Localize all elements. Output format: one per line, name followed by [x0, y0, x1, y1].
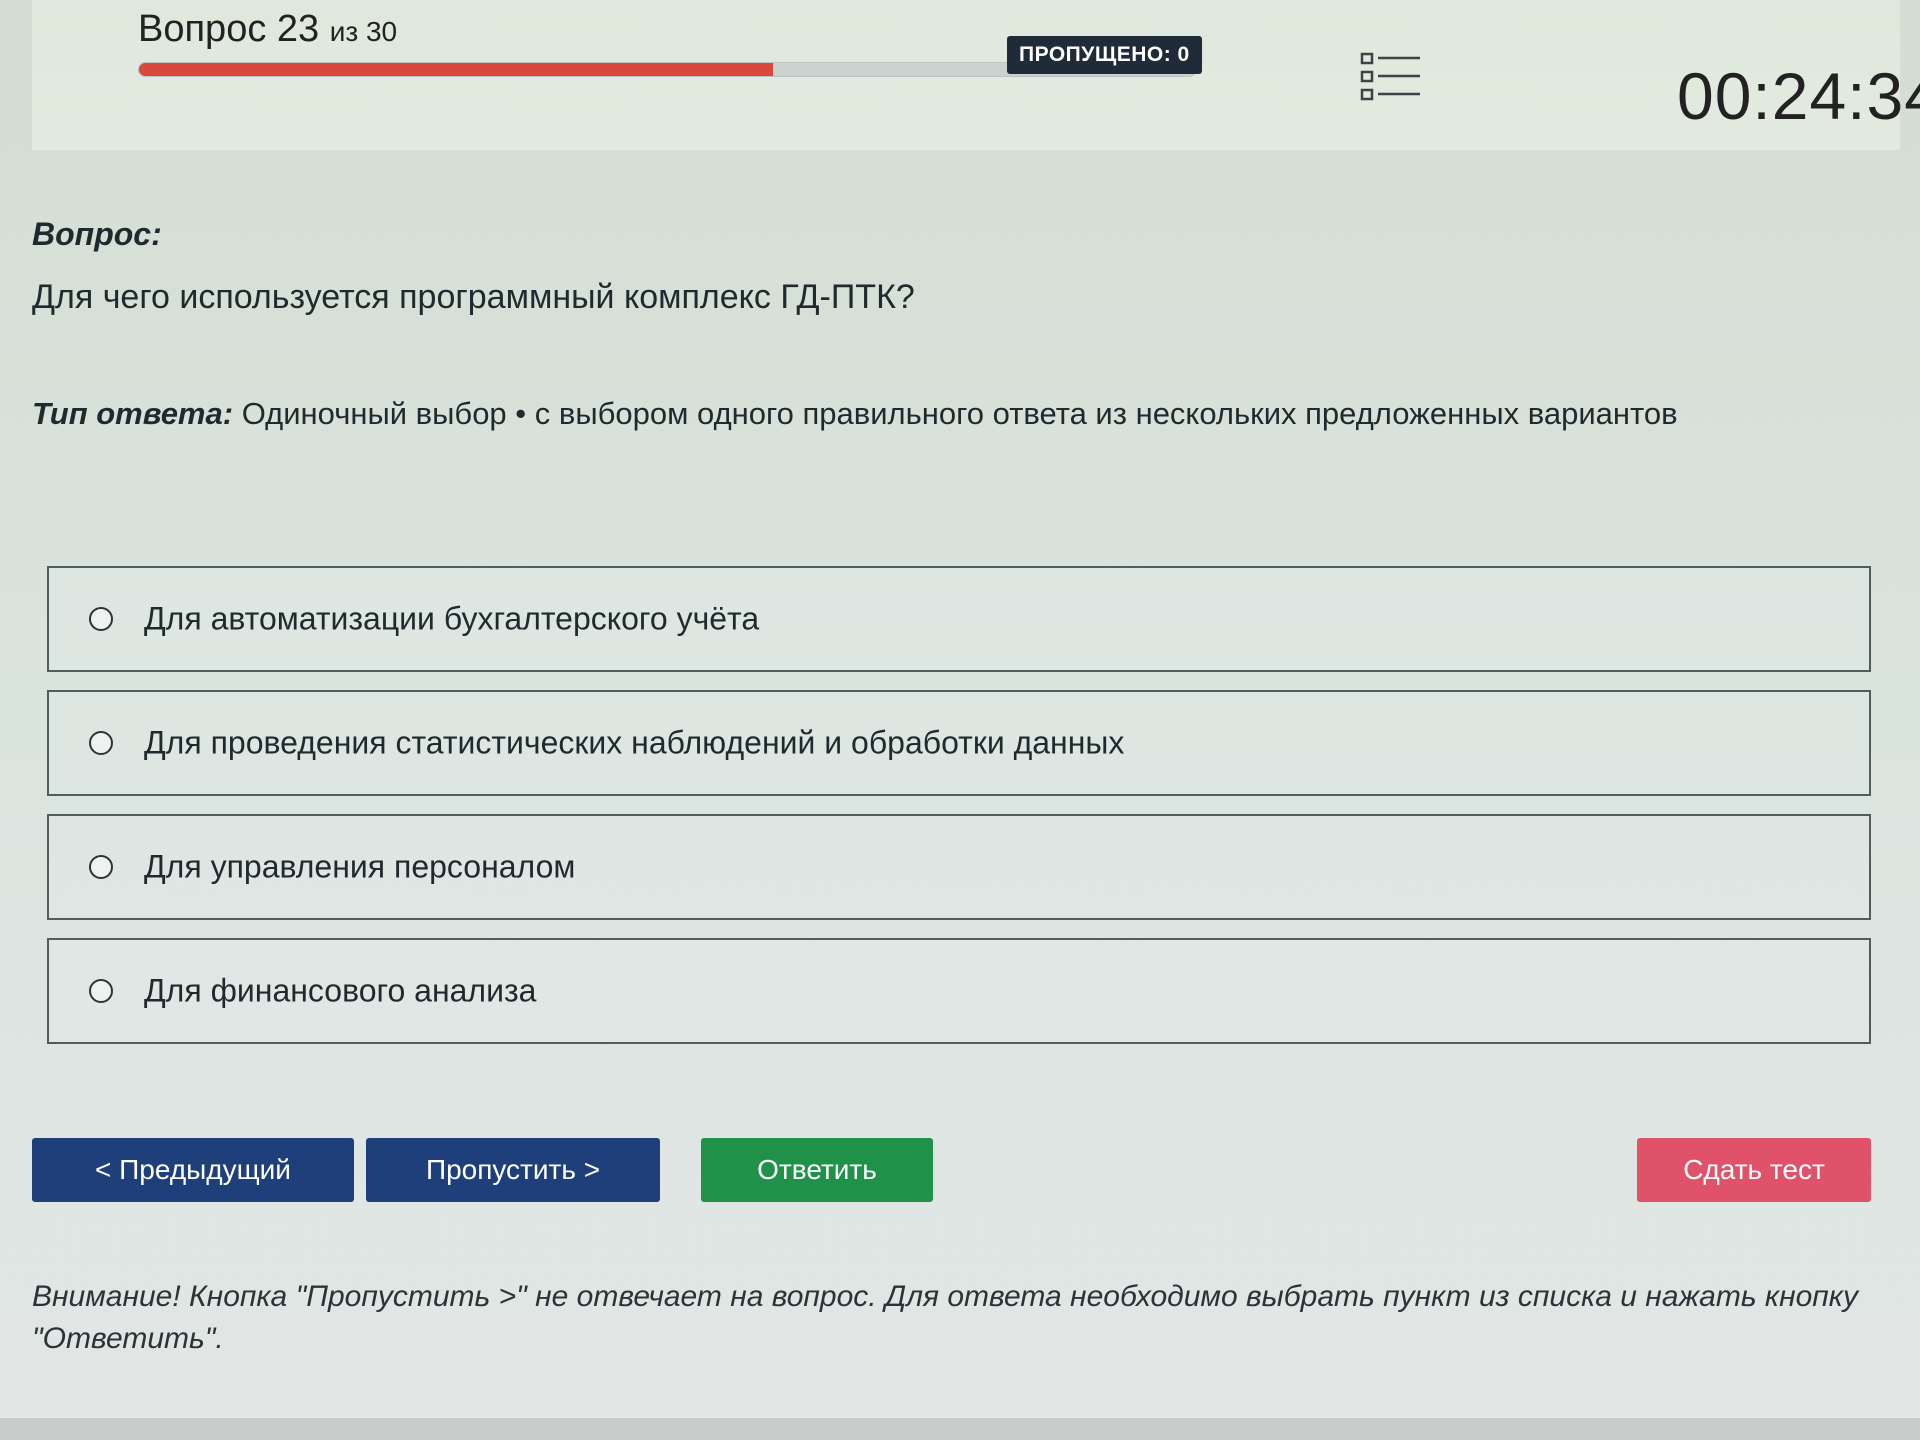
answer-type: Тип ответа: Одиночный выбор • с выбором … [32, 396, 1678, 432]
skip-button[interactable]: Пропустить > [366, 1138, 660, 1202]
answer-button[interactable]: Ответить [701, 1138, 933, 1202]
warning-note: Внимание! Кнопка "Пропустить >" не отвеч… [32, 1280, 1858, 1355]
question-label: Вопрос: [32, 216, 162, 252]
skipped-count-badge: ПРОПУЩЕНО: 0 [1007, 36, 1202, 74]
radio-button[interactable] [89, 855, 113, 879]
previous-button[interactable]: < Предыдущий [32, 1138, 354, 1202]
test-header: Вопрос 23 из 30 ПРОПУЩЕНО: 0 00:24:34 [32, 0, 1920, 150]
answer-option[interactable]: Для автоматизации бухгалтерского учёта [47, 566, 1871, 672]
timer: 00:24:34 [1677, 59, 1920, 133]
answer-type-value: Одиночный выбор • с выбором одного прави… [241, 396, 1678, 431]
answer-option-label: Для проведения статистических наблюдений… [144, 724, 1125, 761]
answer-option[interactable]: Для финансового анализа [47, 938, 1871, 1044]
bottom-strip [0, 1418, 1920, 1440]
answer-option-label: Для автоматизации бухгалтерского учёта [144, 600, 760, 637]
question-number: Вопрос 23 [138, 8, 320, 50]
question-counter: Вопрос 23 из 30 [138, 8, 397, 51]
radio-button[interactable] [89, 979, 113, 1003]
radio-button[interactable] [89, 607, 113, 631]
answer-option-label: Для управления персоналом [144, 848, 576, 885]
submit-test-button[interactable]: Сдать тест [1637, 1138, 1871, 1202]
answer-option-label: Для финансового анализа [144, 972, 537, 1009]
answer-option[interactable]: Для управления персоналом [47, 814, 1871, 920]
question-total: из 30 [329, 16, 398, 47]
answer-option[interactable]: Для проведения статистических наблюдений… [47, 690, 1871, 796]
progress-bar-fill [139, 63, 773, 76]
answer-type-label: Тип ответа: [32, 396, 234, 431]
radio-button[interactable] [89, 731, 113, 755]
list-icon[interactable] [1360, 50, 1422, 106]
question-text: Для чего используется программный компле… [32, 278, 915, 316]
